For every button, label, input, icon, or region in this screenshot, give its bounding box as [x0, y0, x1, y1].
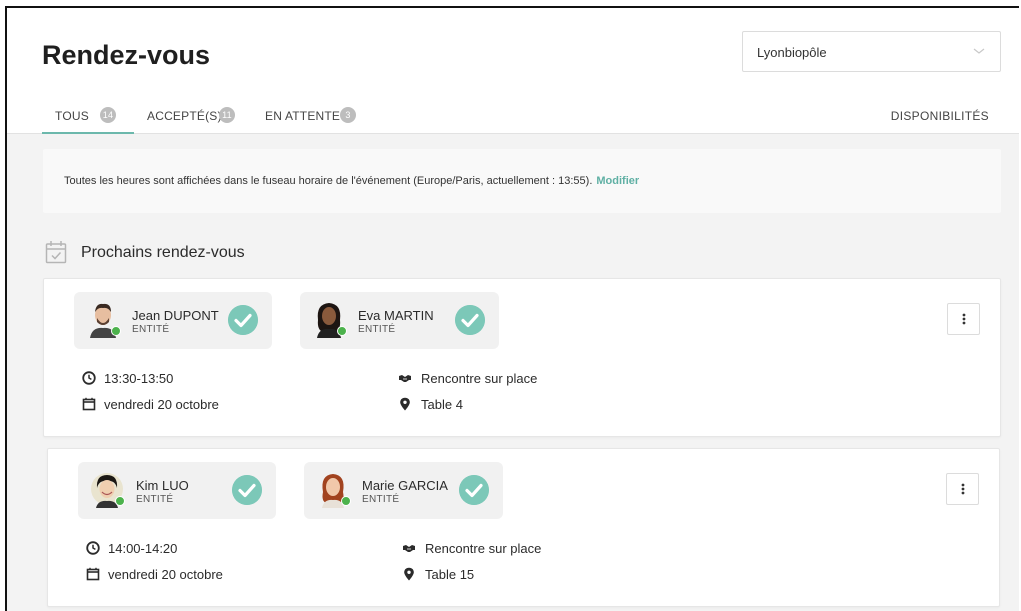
tab-en-attente-count: 3 [340, 107, 356, 123]
participant-chip[interactable]: Eva MARTIN ENTITÉ [300, 292, 499, 349]
meeting-type: Rencontre sur place [421, 371, 538, 386]
section-title: Prochains rendez-vous [81, 244, 245, 261]
meeting-type: Rencontre sur place [425, 541, 542, 556]
calendar-icon [86, 567, 100, 581]
meeting-date: vendredi 20 octobre [108, 567, 223, 582]
participant-name: Kim LUO [136, 478, 189, 493]
more-vertical-icon [961, 483, 965, 495]
participant-chip[interactable]: Marie GARCIA ENTITÉ [304, 462, 503, 519]
participant-name: Jean DUPONT [132, 308, 219, 323]
timezone-notice: Toutes les heures sont affichées dans le… [43, 149, 1001, 213]
meeting-time: 14:00-14:20 [108, 541, 178, 556]
more-vertical-icon [962, 313, 966, 325]
more-options-button[interactable] [946, 473, 979, 505]
participant-name: Marie GARCIA [362, 478, 448, 493]
avatar [91, 470, 125, 508]
timezone-notice-message: Toutes les heures sont affichées dans le… [64, 175, 593, 187]
calendar-icon [82, 397, 96, 411]
tab-tous-count: 14 [100, 107, 116, 123]
chevron-down-icon [973, 48, 985, 54]
participant-role: ENTITÉ [358, 324, 396, 335]
avatar [317, 470, 351, 508]
avatar [313, 300, 347, 338]
online-status-icon [115, 496, 125, 506]
meeting-location: Table 15 [425, 567, 475, 582]
avatar [87, 300, 121, 338]
map-pin-icon [400, 397, 410, 411]
handshake-icon [399, 375, 411, 382]
meeting-time: 13:30-13:50 [104, 371, 174, 386]
online-status-icon [341, 496, 351, 506]
participant-role: ENTITÉ [362, 494, 400, 505]
meeting-date: vendredi 20 octobre [104, 397, 219, 412]
location-select-value: Lyonbiopôle [757, 45, 827, 60]
clock-icon [86, 541, 100, 555]
participant-role: ENTITÉ [136, 494, 174, 505]
meeting-location: Table 4 [421, 397, 463, 412]
participant-name: Eva MARTIN [358, 308, 434, 323]
calendar-check-icon [45, 241, 67, 264]
check-icon [459, 475, 489, 505]
tab-en-attente[interactable]: EN ATTENTE 3 [252, 105, 372, 134]
clock-icon [82, 371, 96, 385]
meeting-card: Jean DUPONT ENTITÉ Eva MARTIN ENTITÉ 13:… [43, 278, 1001, 437]
more-options-button[interactable] [947, 303, 980, 335]
tab-acceptes-label: ACCEPTÉ(S) [147, 109, 222, 123]
page-header: Rendez-vous Lyonbiopôle TOUS 14 ACCEPTÉ(… [7, 8, 1019, 134]
online-status-icon [337, 326, 347, 336]
modify-timezone-link[interactable]: Modifier [596, 175, 639, 187]
page-title: Rendez-vous [42, 40, 211, 70]
tab-disponibilites[interactable]: DISPONIBILITÉS [891, 109, 989, 123]
timezone-notice-text: Toutes les heures sont affichées dans le… [64, 175, 639, 187]
meeting-card: Kim LUO ENTITÉ Marie GARCIA ENTITÉ 14:00… [47, 448, 1000, 607]
tab-tous[interactable]: TOUS 14 [42, 105, 134, 134]
check-icon [455, 305, 485, 335]
check-icon [232, 475, 262, 505]
tab-en-attente-label: EN ATTENTE [265, 109, 341, 123]
check-icon [228, 305, 258, 335]
location-select[interactable]: Lyonbiopôle [742, 31, 1001, 72]
participant-chip[interactable]: Kim LUO ENTITÉ [78, 462, 276, 519]
online-status-icon [111, 326, 121, 336]
app-frame: Rendez-vous Lyonbiopôle TOUS 14 ACCEPTÉ(… [5, 6, 1019, 611]
participant-chip[interactable]: Jean DUPONT ENTITÉ [74, 292, 272, 349]
participant-role: ENTITÉ [132, 324, 170, 335]
tab-acceptes[interactable]: ACCEPTÉ(S) 11 [134, 105, 252, 134]
handshake-icon [403, 545, 415, 552]
tab-acceptes-count: 11 [219, 107, 235, 123]
tab-tous-label: TOUS [55, 109, 89, 123]
map-pin-icon [404, 567, 414, 581]
